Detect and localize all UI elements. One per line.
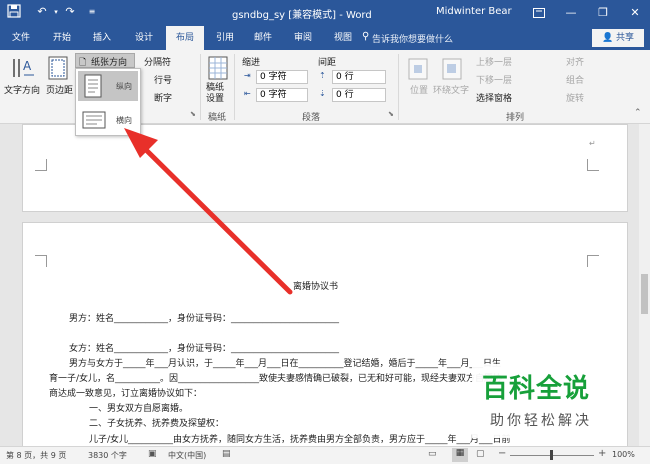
read-mode-icon[interactable]: ▭	[428, 449, 437, 459]
page-count[interactable]: 第 8 页，共 9 页	[6, 450, 66, 461]
status-bar: 第 8 页，共 9 页 3830 个字 ▣ 中文(中国) ▤ ▭ ▦ ▢ − +…	[0, 446, 650, 464]
zoom-slider-thumb[interactable]	[550, 450, 553, 460]
watermark-subtitle: 助你轻松解决	[490, 413, 592, 429]
zoom-in-icon[interactable]: +	[598, 448, 606, 459]
print-layout-icon[interactable]: ▦	[452, 448, 468, 462]
watermark-logo: 百科全说 助你轻松解决	[472, 364, 624, 438]
zoom-out-icon[interactable]: −	[498, 448, 506, 459]
web-layout-icon[interactable]: ▢	[476, 449, 485, 459]
zoom-level[interactable]: 100%	[612, 450, 635, 459]
word-count[interactable]: 3830 个字	[88, 450, 127, 461]
macro-icon[interactable]: ▤	[222, 449, 231, 459]
proofing-icon[interactable]: ▣	[148, 449, 157, 459]
language[interactable]: 中文(中国)	[168, 450, 206, 461]
watermark-title: 百科全说	[482, 374, 591, 404]
